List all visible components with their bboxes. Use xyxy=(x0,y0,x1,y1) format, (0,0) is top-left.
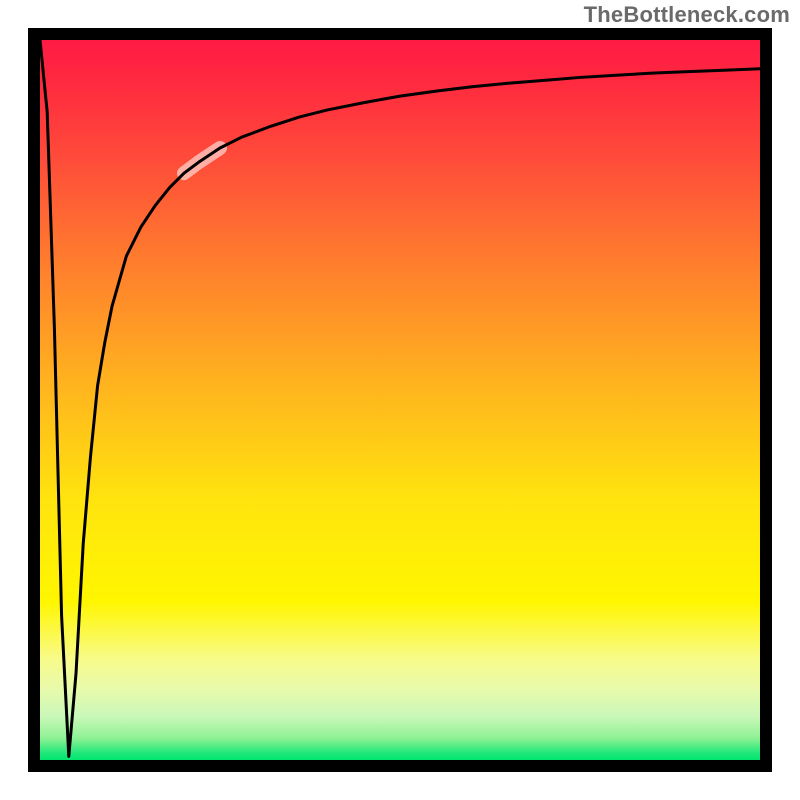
chart-stage: TheBottleneck.com xyxy=(0,0,800,800)
chart-frame xyxy=(28,28,772,772)
curve-overlay xyxy=(40,40,760,760)
bottleneck-curve-line xyxy=(40,40,760,756)
chart-plot-area xyxy=(40,40,760,760)
watermark-text: TheBottleneck.com xyxy=(584,2,790,28)
